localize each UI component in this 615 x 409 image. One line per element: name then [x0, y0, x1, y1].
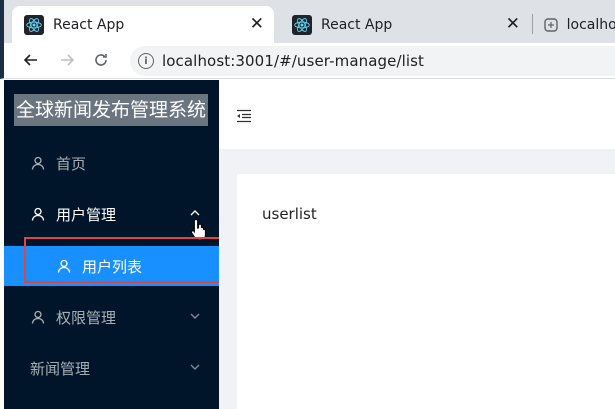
sidebar-item-label: 用户管理 [56, 205, 117, 224]
info-icon[interactable]: i [138, 53, 154, 69]
tab-title: React App [53, 16, 125, 33]
tab-separator [532, 14, 533, 34]
user-icon [30, 309, 46, 325]
sidebar-submenu-news-manage[interactable]: 新闻管理 [4, 348, 219, 388]
sidebar-submenu-user-manage[interactable]: 用户管理 [4, 194, 219, 234]
url-input[interactable]: i localhost:3001/#/user-manage/list [130, 46, 615, 76]
back-icon[interactable] [20, 49, 42, 71]
menu-fold-icon[interactable] [236, 109, 252, 123]
reload-icon[interactable] [90, 49, 112, 71]
page-content-text: userlist [262, 205, 317, 223]
browser-tab-bar: React App ✕ React App ✕ localhos [0, 0, 615, 43]
close-icon[interactable]: ✕ [506, 15, 520, 33]
highlight-annotation [24, 237, 237, 283]
app-logo: 全球新闻发布管理系统 [14, 94, 209, 126]
sidebar-item-home[interactable]: 首页 [4, 143, 219, 183]
tab-title: React App [321, 16, 393, 33]
app-header [219, 80, 615, 149]
react-icon [24, 14, 44, 35]
sidebar-item-label: 新闻管理 [30, 359, 91, 378]
tab-title: localhos [566, 16, 615, 33]
chevron-down-icon[interactable] [189, 310, 201, 322]
close-icon[interactable]: ✕ [250, 15, 264, 33]
content-panel: userlist [237, 174, 615, 409]
sidebar-submenu-rights-manage[interactable]: 权限管理 [4, 297, 219, 337]
url-text: localhost:3001/#/user-manage/list [162, 52, 425, 70]
forward-icon[interactable] [56, 49, 78, 71]
browser-tab-active[interactable]: React App ✕ [12, 6, 274, 43]
user-icon [30, 206, 46, 222]
globe-icon [542, 15, 561, 35]
react-icon [292, 14, 312, 35]
browser-tab[interactable]: localhos [534, 6, 615, 43]
browser-tab[interactable]: React App ✕ [280, 6, 530, 43]
chevron-down-icon[interactable] [189, 361, 201, 373]
address-bar: i localhost:3001/#/user-manage/list [0, 43, 615, 79]
sidebar-item-label: 权限管理 [56, 308, 117, 327]
sidebar-item-label: 首页 [56, 154, 87, 173]
user-icon [30, 155, 46, 171]
